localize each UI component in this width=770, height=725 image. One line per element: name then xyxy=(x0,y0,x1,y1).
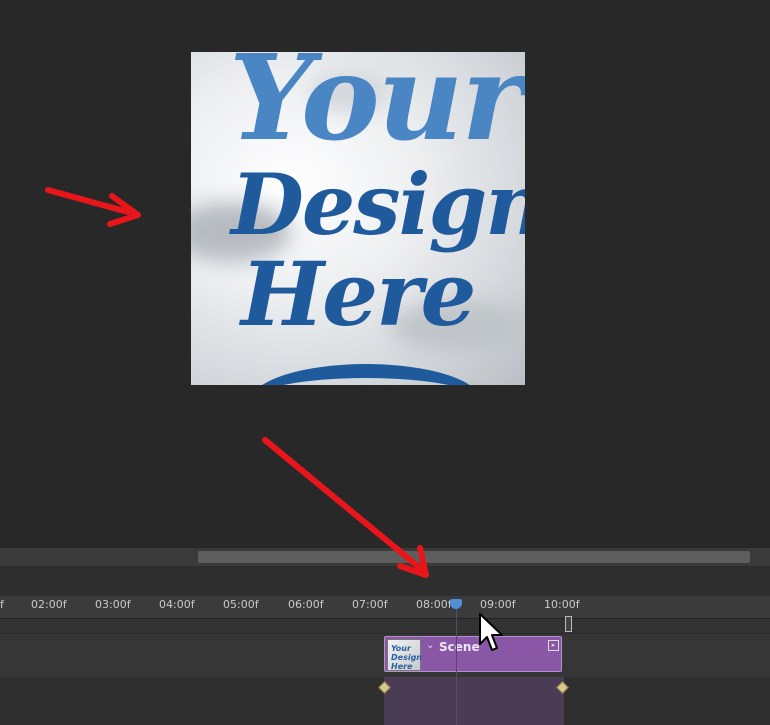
clip-thumbnail-text: Your Design Here xyxy=(391,644,422,671)
timeline-panel: f 02:00f 03:00f 04:00f 05:00f 06:00f 07:… xyxy=(0,566,770,725)
time-tick: 04:00f xyxy=(159,598,195,611)
work-area-end-marker[interactable] xyxy=(565,616,572,632)
red-arrow-icon xyxy=(45,187,141,227)
time-tick: 06:00f xyxy=(288,598,324,611)
time-tick: f xyxy=(0,598,4,611)
track-row xyxy=(0,619,770,633)
horizontal-scrollbar[interactable] xyxy=(0,548,770,566)
time-tick: 02:00f xyxy=(31,598,67,611)
timeline-clip[interactable]: Your Design Here ⌄ Scene ▸ xyxy=(384,636,562,672)
time-tick: 08:00f xyxy=(416,598,452,611)
clip-end-handle-icon[interactable]: ▸ xyxy=(548,640,559,651)
clip-label: Scene xyxy=(439,640,480,654)
clip-thumbnail: Your Design Here xyxy=(387,639,422,671)
clip-keyframe-lane xyxy=(384,677,564,725)
time-tick: 09:00f xyxy=(480,598,516,611)
time-ruler[interactable]: f 02:00f 03:00f 04:00f 05:00f 06:00f 07:… xyxy=(0,596,770,619)
time-tick: 07:00f xyxy=(352,598,388,611)
mouse-pointer-icon xyxy=(479,613,503,651)
time-tick: 05:00f xyxy=(223,598,259,611)
canvas-area: Your Design Here xyxy=(0,0,770,548)
playhead-line xyxy=(456,606,457,725)
chevron-down-icon[interactable]: ⌄ xyxy=(426,640,434,651)
scrollbar-thumb[interactable] xyxy=(198,551,750,563)
time-tick: 10:00f xyxy=(544,598,580,611)
time-tick: 03:00f xyxy=(95,598,131,611)
